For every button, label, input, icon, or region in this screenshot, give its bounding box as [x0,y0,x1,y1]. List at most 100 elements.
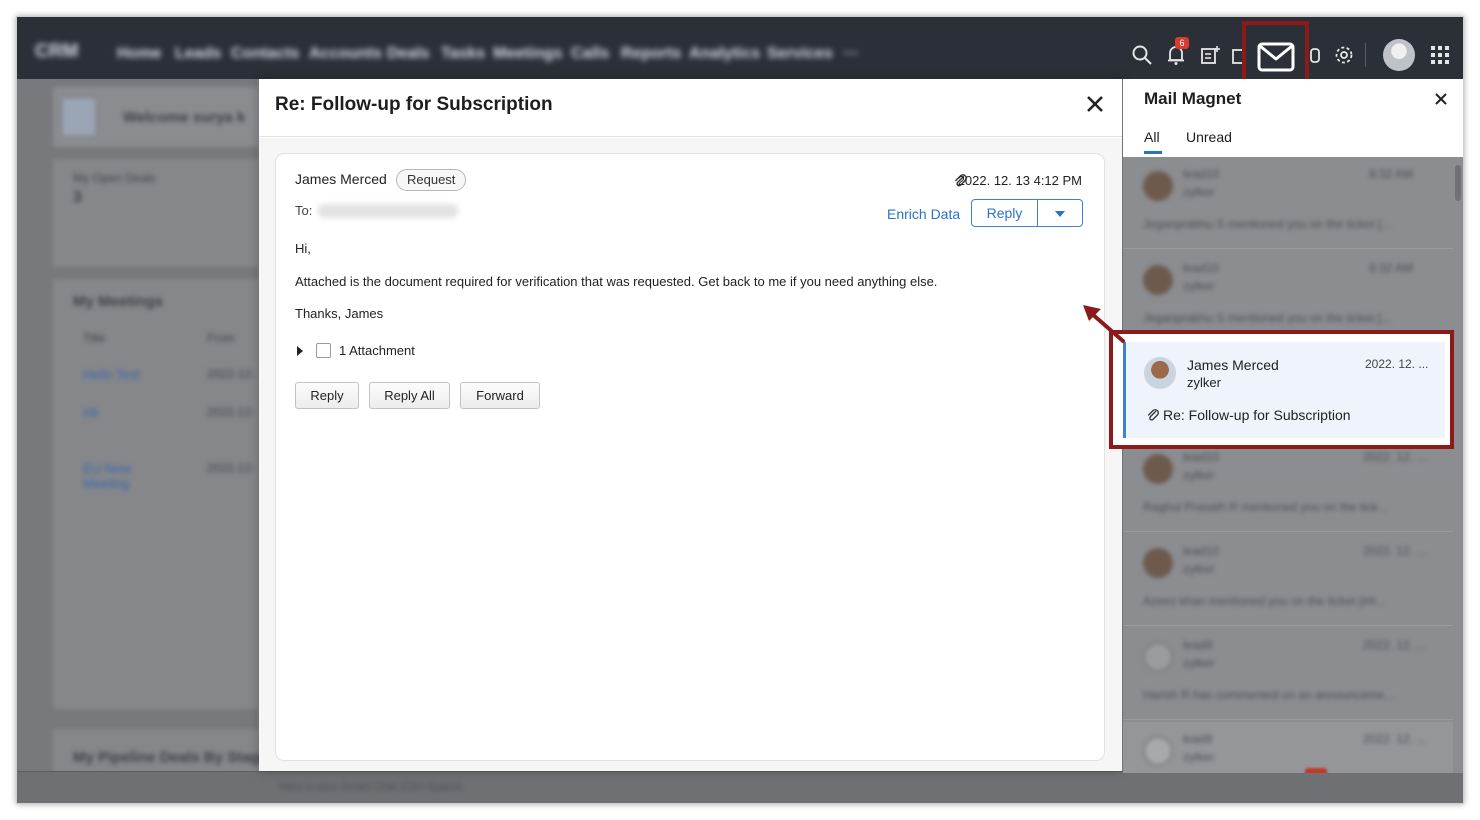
nav-tab-calls[interactable]: Calls [571,45,609,63]
item-company: zylker [1183,562,1215,576]
reply-action-button[interactable]: Reply [295,382,359,409]
reply-dropdown[interactable] [1038,200,1082,226]
welcome-text: Welcome surya k [123,109,246,126]
annotation-arrow-icon [1083,305,1125,343]
list-item[interactable]: lead10 zylker 2022. 12. ... Azeez khan m… [1123,534,1453,626]
item-time: 8:32 AM [1369,167,1414,181]
scrollbar[interactable] [1455,165,1461,201]
meeting-from: 2022-12- [207,461,256,475]
nav-tab-analytics[interactable]: Analytics [689,45,760,63]
item-time: 2022. 12. ... [1363,450,1427,464]
item-name: lead10 [1183,544,1220,558]
recipient-address [318,204,458,218]
gear-icon[interactable] [1333,44,1355,66]
avatar [1143,265,1173,295]
item-company: zylker [1183,656,1215,670]
nav-tab-accounts[interactable]: Accounts [309,45,382,63]
body-greeting: Hi, [295,241,311,256]
item-name: James Merced [1187,357,1279,373]
avatar[interactable] [1383,39,1415,71]
meeting-link[interactable]: EU New Meeting [83,461,153,491]
reply-button[interactable]: Reply [972,200,1038,226]
email-date: 2022. 12. 13 4:12 PM [957,173,1082,188]
avatar [1143,171,1173,201]
modal-body: James Merced Request To: 2022. 12. 13 4:… [259,138,1122,771]
list-item[interactable]: lead9 zylker 2022. 12. ... Harish R has … [1123,628,1453,720]
nav-tab-leads[interactable]: Leads [175,45,221,63]
nav-tab-deals[interactable]: Deals [387,45,430,63]
item-name: lead10 [1183,167,1220,181]
item-name: lead10 [1183,261,1220,275]
attachment-checkbox[interactable] [316,343,331,358]
reply-all-button[interactable]: Reply All [369,382,450,409]
nav-tab-services[interactable]: Services [767,45,833,63]
nav-more[interactable]: ··· [843,45,859,63]
item-text: Harish R has commented on an announceme.… [1143,688,1395,702]
attachment-row: 1 Attachment [295,342,495,360]
brand-logo: CRM [35,41,79,62]
item-company: zylker [1183,185,1215,199]
add-activity-icon[interactable] [1199,44,1221,66]
item-company: zylker [1183,279,1215,293]
body-text: Attached is the document required for ve… [295,274,938,289]
to-label: To: [295,203,313,218]
building-icon [63,99,95,135]
col-title: Title [83,331,106,345]
nav-tab-meetings[interactable]: Meetings [493,45,562,63]
chevron-down-icon [1055,211,1065,217]
apps-grid-icon[interactable] [1429,44,1451,66]
item-time: 2022. 12. ... [1363,638,1427,652]
paperclip-icon [1147,409,1159,421]
item-text: Azeez khan mentioned you on the ticket [… [1143,594,1386,608]
modal-header: Re: Follow-up for Subscription [259,79,1122,137]
search-icon[interactable] [1131,44,1153,66]
email-card: James Merced Request To: 2022. 12. 13 4:… [275,153,1105,761]
close-icon[interactable] [1084,93,1106,115]
tab-active-indicator [1144,151,1162,154]
list-item[interactable]: lead10 zylker 8:32 AM Jeganprabhu S ment… [1123,157,1453,249]
marketplace-icon[interactable] [1309,44,1331,66]
item-time: 8:32 AM [1369,261,1414,275]
app-window: CRM Home Leads Contacts Accounts Deals T… [16,16,1464,804]
mail-list: lead10 zylker 8:32 AM Jeganprabhu S ment… [1123,157,1463,773]
nav-divider [1365,43,1366,67]
enrich-data-link[interactable]: Enrich Data [887,206,960,222]
close-icon[interactable] [1433,91,1449,107]
item-company: zylker [1183,468,1215,482]
list-item[interactable]: lead10 zylker 2022. 12. ... Raghul Prasa… [1123,440,1453,532]
meeting-from: 2022-12- [207,405,256,419]
selected-list-item[interactable]: James Merced 2022. 12. ... zylker Re: Fo… [1123,342,1445,438]
nav-tab-tasks[interactable]: Tasks [441,45,485,63]
open-deals-label: My Open Deals [73,171,156,185]
item-time: 2022. 12. ... [1363,732,1427,746]
forward-button[interactable]: Forward [460,382,540,409]
avatar [1143,548,1173,578]
expand-arrow-icon[interactable] [297,346,303,356]
item-subject: Re: Follow-up for Subscription [1163,407,1351,423]
nav-tab-home[interactable]: Home [117,45,161,63]
smart-chat-input[interactable]: Here is your Smart Chat (Ctrl+Space) [279,781,462,793]
unread-badge [1305,768,1327,773]
nav-tab-contacts[interactable]: Contacts [231,45,299,63]
tab-unread[interactable]: Unread [1186,129,1232,145]
avatar [1144,357,1176,389]
body-signoff: Thanks, James [295,306,384,321]
highlighted-mail-item: James Merced 2022. 12. ... zylker Re: Fo… [1109,330,1454,449]
meeting-link[interactable]: Hello Test [83,367,140,382]
meeting-link[interactable]: Hii [83,405,98,420]
open-deals-value: 3 [73,189,82,206]
item-company: zylker [1183,750,1215,764]
modal-title: Re: Follow-up for Subscription [275,94,553,115]
col-from: From [207,331,235,345]
panel-title: Mail Magnet [1144,89,1242,108]
list-item[interactable]: lead9 zylker 2022. 12. ... [1123,722,1453,773]
email-modal: Re: Follow-up for Subscription James Mer… [259,79,1122,771]
notification-badge: 6 [1175,37,1189,49]
item-text: Jeganprabhu S mentioned you on the ticke… [1143,311,1392,325]
item-name: lead10 [1183,450,1220,464]
nav-tab-reports[interactable]: Reports [621,45,681,63]
tab-all[interactable]: All [1144,129,1160,145]
sender-name: James Merced [295,171,387,187]
request-tag[interactable]: Request [396,169,467,191]
mail-icon [1257,42,1295,72]
